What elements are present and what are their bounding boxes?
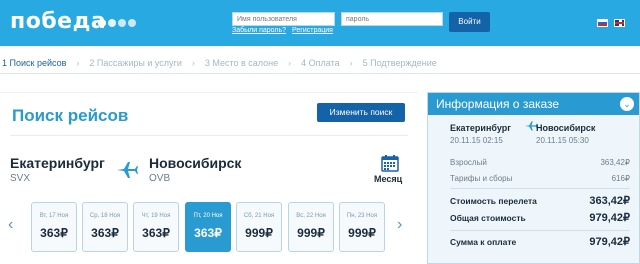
day-label: Ср, 18 Ноя (89, 213, 121, 219)
day-label: Пн, 23 Ноя (346, 213, 378, 219)
step-separator: › (191, 57, 195, 68)
route-destination: Новосибирск (536, 123, 596, 133)
destination-code: OVB (149, 173, 171, 184)
site-header: победа Имя пользователя пароль Забыли па… (0, 0, 640, 46)
total-cost-row: Общая стоимость 979,42₽ (450, 211, 630, 224)
day-price: 363₽ (194, 226, 222, 240)
arrival-datetime: 20.11.15 05:30 (536, 136, 589, 145)
step-separator: › (288, 57, 292, 68)
taxes-label: Тарифы и сборы (450, 174, 513, 183)
booking-steps: 1 Поиск рейсов › 2 Пассажиры и услуги › … (0, 52, 640, 74)
step-payment: 4 Оплата (301, 57, 340, 68)
step-search[interactable]: 1 Поиск рейсов (2, 58, 66, 68)
chevron-down-icon[interactable]: ⌄ (620, 97, 634, 111)
day-price: 999₽ (297, 226, 325, 240)
order-info-panel: Информация о заказе ⌄ Екатеринбург Новос… (427, 92, 640, 264)
origin-code: SVX (10, 173, 31, 184)
adult-fare-value: 363,42₽ (600, 158, 630, 167)
total-cost-label: Общая стоимость (450, 213, 526, 223)
day-price: 999₽ (245, 226, 273, 240)
order-info-body: Екатеринбург Новосибирск 20.11.15 02:15 … (428, 115, 639, 263)
total-cost-value: 979,42₽ (589, 212, 630, 224)
pobeda-logo[interactable]: победа (10, 9, 106, 34)
divider (450, 188, 630, 189)
divider (10, 135, 408, 136)
flight-cost-label: Стоимость перелета (450, 196, 537, 206)
adult-fare-label: Взрослый (450, 158, 487, 167)
register-link[interactable]: Регистрация (292, 27, 333, 34)
day-option[interactable]: Ср, 18 Ноя 363₽ (82, 202, 128, 252)
day-option[interactable]: Сб, 21 Ноя 999₽ (236, 202, 282, 252)
password-input[interactable]: пароль (341, 12, 443, 26)
departure-datetime: 20.11.15 02:15 (450, 136, 503, 145)
day-option[interactable]: Вс, 22 Ноя 999₽ (288, 202, 334, 252)
flight-cost-row: Стоимость перелета 363,42₽ (450, 194, 630, 207)
logo-dots-icon (98, 19, 136, 27)
amount-due-row: Сумма к оплате 979,42₽ (450, 235, 630, 248)
taxes-row: Тарифы и сборы 616₽ (450, 174, 630, 183)
day-price: 363₽ (40, 226, 68, 240)
plane-icon (117, 162, 138, 178)
day-label: Вт, 17 Ноя (39, 213, 69, 219)
amount-due-label: Сумма к оплате (450, 237, 517, 247)
username-input[interactable]: Имя пользователя (232, 12, 335, 26)
step-separator: › (349, 57, 353, 68)
month-view-link[interactable]: Месяц (374, 174, 402, 184)
forgot-password-link[interactable]: Забыли пароль? (232, 27, 286, 34)
day-price: 999₽ (348, 226, 376, 240)
route-origin: Екатеринбург (450, 123, 511, 133)
day-label: Чт, 19 Ноя (141, 213, 171, 219)
chevron-left-icon[interactable]: ‹ (8, 216, 13, 234)
day-option[interactable]: Пн, 23 Ноя 999₽ (339, 202, 385, 252)
step-seat: 3 Место в салоне (204, 57, 279, 68)
step-passengers: 2 Пассажиры и услуги (89, 57, 182, 68)
day-label: Вс, 22 Ноя (296, 213, 326, 219)
step-confirmation: 5 Подтверждение (362, 57, 437, 68)
day-option[interactable]: Чт, 19 Ноя 363₽ (133, 202, 179, 252)
flight-cost-value: 363,42₽ (589, 195, 630, 207)
amount-due-value: 979,42₽ (589, 236, 630, 248)
origin-city: Екатеринбург (10, 155, 105, 171)
day-option-selected[interactable]: Пт, 20 Ноя 363₽ (185, 202, 231, 252)
day-label: Сб, 21 Ноя (243, 213, 275, 219)
day-option[interactable]: Вт, 17 Ноя 363₽ (31, 202, 77, 252)
calendar-icon[interactable] (381, 154, 399, 172)
login-button[interactable]: Войти (449, 12, 490, 32)
page-title: Поиск рейсов (12, 106, 129, 125)
taxes-value: 616₽ (611, 174, 630, 183)
adult-fare-row: Взрослый 363,42₽ (450, 158, 630, 167)
order-info-title: Информация о заказе (436, 97, 560, 111)
chevron-right-icon[interactable]: › (397, 216, 402, 234)
change-search-button[interactable]: Изменить поиск (317, 103, 405, 122)
day-price: 363₽ (91, 226, 119, 240)
day-price: 363₽ (142, 226, 170, 240)
login-links: Забыли пароль? Регистрация (232, 27, 333, 34)
en-flag-icon[interactable] (614, 19, 625, 27)
destination-city: Новосибирск (149, 155, 242, 171)
order-info-header[interactable]: Информация о заказе ⌄ (428, 93, 639, 115)
divider (450, 230, 630, 231)
ru-flag-icon[interactable] (597, 19, 608, 27)
step-separator: › (76, 57, 80, 68)
day-label: Пт, 20 Ноя (193, 213, 223, 219)
